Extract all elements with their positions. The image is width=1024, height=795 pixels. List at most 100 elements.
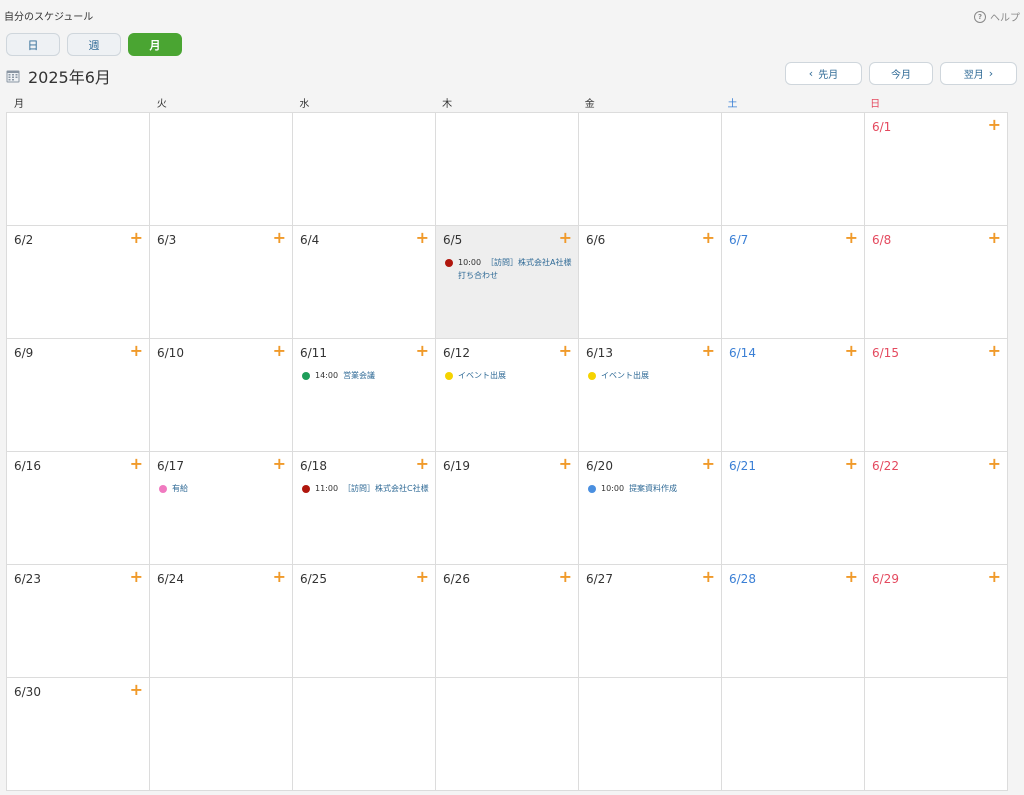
event-text: 10:00 提案資料作成 xyxy=(601,482,677,495)
day-cell[interactable]: 6/21 + xyxy=(722,452,865,565)
add-event-icon[interactable]: + xyxy=(988,342,1001,360)
day-cell[interactable]: 6/11 +14:00 営業会議 xyxy=(293,339,436,452)
add-event-icon[interactable]: + xyxy=(559,229,572,247)
day-number: 6/15 xyxy=(872,346,899,360)
add-event-icon[interactable]: + xyxy=(273,229,286,247)
day-cell[interactable]: 6/3 + xyxy=(150,226,293,339)
add-event-icon[interactable]: + xyxy=(702,455,715,473)
add-event-icon[interactable]: + xyxy=(559,455,572,473)
add-event-icon[interactable]: + xyxy=(702,229,715,247)
help-icon: ? xyxy=(974,10,986,23)
add-event-icon[interactable]: + xyxy=(273,342,286,360)
empty-day-cell xyxy=(150,678,293,791)
day-cell[interactable]: 6/14 + xyxy=(722,339,865,452)
add-event-icon[interactable]: + xyxy=(130,229,143,247)
add-event-icon[interactable]: + xyxy=(702,568,715,586)
event-item[interactable]: イベント出展 xyxy=(588,369,715,382)
day-cell[interactable]: 6/5 +10:00 ［訪問］株式会社A社様 打ち合わせ xyxy=(436,226,579,339)
day-cell[interactable]: 6/29 + xyxy=(865,565,1008,678)
event-item[interactable]: 11:00 ［訪問］株式会社C社様 xyxy=(302,482,429,495)
event-list: イベント出展 xyxy=(445,369,572,382)
add-event-icon[interactable]: + xyxy=(845,229,858,247)
day-cell[interactable]: 6/23 + xyxy=(7,565,150,678)
day-cell[interactable]: 6/24 + xyxy=(150,565,293,678)
day-cell[interactable]: 6/9 + xyxy=(7,339,150,452)
weekday-tue: 火 xyxy=(156,99,167,110)
prev-month-button[interactable]: ‹ 先月 xyxy=(785,62,862,85)
day-cell[interactable]: 6/22 + xyxy=(865,452,1008,565)
event-item[interactable]: 14:00 営業会議 xyxy=(302,369,429,382)
day-cell[interactable]: 6/28 + xyxy=(722,565,865,678)
day-cell[interactable]: 6/10 + xyxy=(150,339,293,452)
day-cell[interactable]: 6/17 + 有給 xyxy=(150,452,293,565)
event-text: 11:00 ［訪問］株式会社C社様 xyxy=(315,482,429,495)
add-event-icon[interactable]: + xyxy=(988,455,1001,473)
event-item[interactable]: イベント出展 xyxy=(445,369,572,382)
add-event-icon[interactable]: + xyxy=(416,229,429,247)
day-cell[interactable]: 6/19 + xyxy=(436,452,579,565)
add-event-icon[interactable]: + xyxy=(416,455,429,473)
day-cell[interactable]: 6/13 + イベント出展 xyxy=(579,339,722,452)
event-item[interactable]: 10:00 ［訪問］株式会社A社様 打ち合わせ xyxy=(445,256,572,282)
day-cell[interactable]: 6/15 + xyxy=(865,339,1008,452)
day-cell[interactable]: 6/25 + xyxy=(293,565,436,678)
day-cell[interactable]: 6/6 + xyxy=(579,226,722,339)
day-number: 6/4 xyxy=(300,233,320,247)
empty-day-cell xyxy=(865,678,1008,791)
event-dot-icon xyxy=(302,372,310,380)
add-event-icon[interactable]: + xyxy=(702,342,715,360)
next-month-button[interactable]: 翌月 › xyxy=(940,62,1017,85)
day-cell[interactable]: 6/4 + xyxy=(293,226,436,339)
month-navigation: ‹ 先月 今月 翌月 › xyxy=(785,62,1017,85)
help-link[interactable]: ? ヘルプ xyxy=(974,9,1020,24)
add-event-icon[interactable]: + xyxy=(845,342,858,360)
event-list: 10:00 ［訪問］株式会社A社様 打ち合わせ xyxy=(445,256,572,282)
day-cell[interactable]: 6/16 + xyxy=(7,452,150,565)
add-event-icon[interactable]: + xyxy=(559,342,572,360)
current-month-button[interactable]: 今月 xyxy=(869,62,933,85)
day-cell[interactable]: 6/26 + xyxy=(436,565,579,678)
day-cell[interactable]: 6/8 + xyxy=(865,226,1008,339)
event-item[interactable]: 有給 xyxy=(159,482,286,495)
add-event-icon[interactable]: + xyxy=(130,681,143,699)
event-title: イベント出展 xyxy=(458,371,506,380)
event-dot-icon xyxy=(588,372,596,380)
day-cell[interactable]: 6/20 +10:00 提案資料作成 xyxy=(579,452,722,565)
add-event-icon[interactable]: + xyxy=(130,568,143,586)
add-event-icon[interactable]: + xyxy=(988,116,1001,134)
day-cell[interactable]: 6/18 +11:00 ［訪問］株式会社C社様 xyxy=(293,452,436,565)
add-event-icon[interactable]: + xyxy=(130,342,143,360)
chevron-left-icon: ‹ xyxy=(808,67,814,80)
empty-day-cell xyxy=(579,678,722,791)
add-event-icon[interactable]: + xyxy=(416,568,429,586)
add-event-icon[interactable]: + xyxy=(845,568,858,586)
tab-day[interactable]: 日 xyxy=(6,33,60,56)
next-month-label: 翌月 xyxy=(963,70,984,81)
day-number: 6/26 xyxy=(443,572,470,586)
add-event-icon[interactable]: + xyxy=(273,568,286,586)
add-event-icon[interactable]: + xyxy=(988,568,1001,586)
day-cell[interactable]: 6/2 + xyxy=(7,226,150,339)
add-event-icon[interactable]: + xyxy=(559,568,572,586)
event-title: イベント出展 xyxy=(601,371,649,380)
day-cell[interactable]: 6/1 + xyxy=(865,113,1008,226)
event-text: 14:00 営業会議 xyxy=(315,369,375,382)
add-event-icon[interactable]: + xyxy=(845,455,858,473)
event-title: ［訪問］株式会社C社様 xyxy=(343,484,429,493)
day-number: 6/19 xyxy=(443,459,470,473)
day-cell[interactable]: 6/30 + xyxy=(7,678,150,791)
day-cell[interactable]: 6/27 + xyxy=(579,565,722,678)
tab-week[interactable]: 週 xyxy=(67,33,121,56)
tab-month[interactable]: 月 xyxy=(128,33,182,56)
day-cell[interactable]: 6/12 + イベント出展 xyxy=(436,339,579,452)
add-event-icon[interactable]: + xyxy=(130,455,143,473)
add-event-icon[interactable]: + xyxy=(273,455,286,473)
event-list: 11:00 ［訪問］株式会社C社様 xyxy=(302,482,429,495)
event-item[interactable]: 10:00 提案資料作成 xyxy=(588,482,715,495)
add-event-icon[interactable]: + xyxy=(416,342,429,360)
event-title: 有給 xyxy=(172,484,188,493)
add-event-icon[interactable]: + xyxy=(988,229,1001,247)
event-text: イベント出展 xyxy=(458,369,506,382)
event-dot-icon xyxy=(302,485,310,493)
day-cell[interactable]: 6/7 + xyxy=(722,226,865,339)
